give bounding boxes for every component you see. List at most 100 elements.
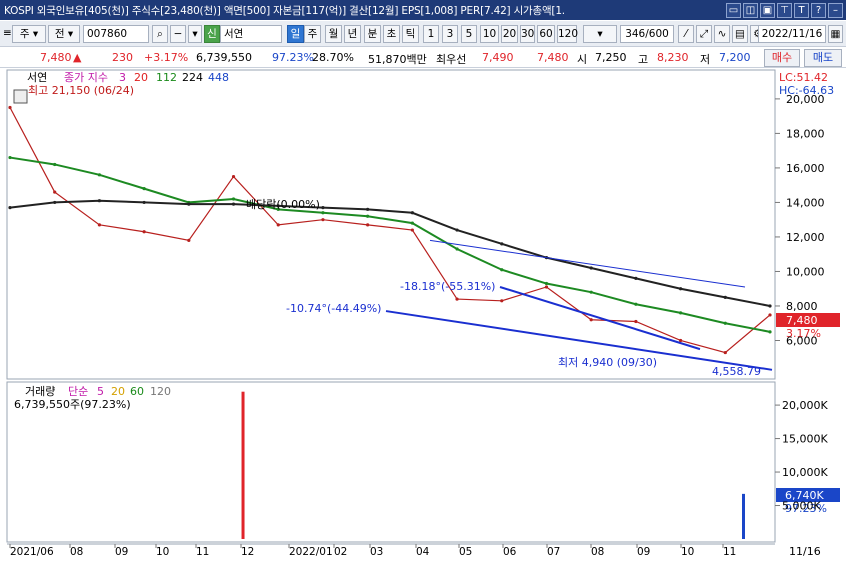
- sell-button[interactable]: 매도: [804, 49, 842, 67]
- ex-rights-label: 배당락(0.00%): [246, 198, 320, 211]
- series-point-112: [589, 290, 593, 294]
- series-point-종가: [231, 174, 236, 179]
- high-label: 고: [638, 53, 649, 66]
- stock-type-select[interactable]: 주 ▾: [12, 25, 46, 43]
- current-price-tag-text: 7,480: [786, 314, 818, 327]
- series-point-종가: [187, 238, 191, 242]
- x-axis-label: 08: [70, 546, 83, 558]
- buy-button[interactable]: 매수: [764, 49, 800, 67]
- series-point-112: [455, 247, 459, 251]
- period-button-4[interactable]: 분: [364, 25, 381, 43]
- price-change: 230: [112, 51, 133, 64]
- minimize-icon[interactable]: –: [828, 2, 843, 18]
- series-point-224: [678, 287, 683, 291]
- price-tick-label: 10,000: [786, 265, 825, 278]
- panel-toggle-icon[interactable]: [13, 89, 28, 104]
- interval-button-20[interactable]: 20: [501, 25, 518, 43]
- high-price: 8,230: [657, 51, 689, 64]
- period-button-5[interactable]: 초: [383, 25, 400, 43]
- best-ask: 7,490: [482, 51, 514, 64]
- series-point-224: [321, 206, 325, 210]
- stock-chart[interactable]: 서연 종가 지수 3 20 112 224 448 최고 21,150 (06/…: [0, 69, 846, 562]
- interval-button-3[interactable]: 3: [442, 25, 458, 43]
- search-icon[interactable]: ⌕: [152, 25, 168, 43]
- dropdown-icon[interactable]: ▾: [188, 25, 202, 43]
- period-button-6[interactable]: 틱: [402, 25, 419, 43]
- stock-code-input[interactable]: 007860: [83, 25, 149, 43]
- interval-button-1[interactable]: 1: [423, 25, 439, 43]
- low-price: 7,200: [719, 51, 751, 64]
- pin-icon[interactable]: ⊤: [777, 2, 792, 18]
- price-tick-label: 18,000: [786, 127, 825, 140]
- x-axis-label: 09: [637, 546, 650, 558]
- chart-canvas[interactable]: 서연 종가 지수 3 20 112 224 448 최고 21,150 (06/…: [0, 69, 846, 562]
- series-point-종가: [768, 313, 772, 317]
- price-tick-label: 20,000: [786, 93, 825, 106]
- ma-legend-3: 3: [119, 71, 126, 84]
- minus-icon[interactable]: −: [170, 25, 186, 43]
- zoom-icon[interactable]: ⤢: [696, 25, 712, 43]
- series-point-224: [231, 202, 236, 206]
- series-point-112: [8, 155, 12, 160]
- interval-button-60[interactable]: 60: [537, 25, 555, 43]
- interval-button-30[interactable]: 30: [520, 25, 535, 43]
- period-button-0[interactable]: 일: [287, 25, 304, 43]
- interval-button-10[interactable]: 10: [480, 25, 499, 43]
- custom-interval-select[interactable]: ▾: [583, 25, 617, 43]
- period-button-1[interactable]: 주: [304, 25, 321, 43]
- market-badge: 신: [204, 25, 220, 43]
- calendar-icon[interactable]: ▦: [828, 25, 843, 43]
- period-button-3[interactable]: 년: [344, 25, 361, 43]
- series-point-224: [455, 228, 459, 232]
- lock-icon[interactable]: ▣: [760, 2, 775, 18]
- series-point-224: [8, 206, 12, 210]
- x-axis-label: 2022/01: [289, 546, 333, 558]
- price-tick-label: 14,000: [786, 196, 825, 209]
- help-icon[interactable]: ?: [811, 2, 826, 18]
- split-icon[interactable]: ◫: [743, 2, 758, 18]
- date-field[interactable]: 2022/11/16: [758, 25, 826, 43]
- ma-legend-112: 112: [156, 71, 177, 84]
- series-point-종가: [321, 218, 325, 222]
- line-icon[interactable]: ⁄: [678, 25, 694, 43]
- x-axis-label: 10: [156, 546, 169, 558]
- low-marker: 최저 4,940 (09/30): [558, 356, 657, 369]
- period-button-2[interactable]: 월: [325, 25, 342, 43]
- series-point-224: [97, 199, 102, 203]
- open-price: 7,250: [595, 51, 627, 64]
- window-icon[interactable]: ▭: [726, 2, 741, 18]
- ma-legend-prefix: 종가 지수: [64, 71, 108, 84]
- series-point-112: [142, 187, 146, 191]
- series-point-112: [321, 211, 325, 215]
- toolbar: ≡ 주 ▾ 전 ▾ 007860 ⌕ − ▾ 신 서연 ▾ 346/600 ⁄ …: [0, 21, 846, 47]
- x-axis-label: 10: [681, 546, 694, 558]
- interval-button-5[interactable]: 5: [461, 25, 477, 43]
- volume-label: 거래량: [25, 385, 55, 398]
- series-point-112: [634, 302, 638, 306]
- volume-bar: [241, 391, 245, 539]
- vol-legend-5: 5: [97, 385, 104, 398]
- volume-tick-label: 15,000K: [782, 433, 828, 446]
- x-axis-label: 12: [241, 546, 254, 558]
- series-point-종가: [544, 285, 549, 289]
- wave-icon[interactable]: ∿: [714, 25, 730, 43]
- series-point-종가: [142, 230, 146, 234]
- compare-select[interactable]: 전 ▾: [48, 25, 80, 43]
- range-field[interactable]: 346/600: [620, 25, 674, 43]
- interval-button-120[interactable]: 120: [557, 25, 578, 43]
- save-icon[interactable]: ▤: [732, 25, 748, 43]
- text-icon[interactable]: T: [794, 2, 809, 18]
- series-point-224: [53, 200, 57, 205]
- low-label: 저: [700, 53, 711, 66]
- menu-icon[interactable]: ≡: [3, 25, 12, 43]
- series-point-종가: [455, 297, 459, 301]
- volume-tick-label: 5,000K: [782, 500, 821, 513]
- volume-value: 6,739,550: [196, 51, 252, 64]
- volume-value-text: 6,739,550주(97.23%): [14, 398, 131, 411]
- ma-legend-224: 224: [182, 71, 203, 84]
- price-row: 7,480 ▲ 230 +3.17% 6,739,550 97.23% 28.7…: [0, 48, 846, 68]
- series-point-종가: [410, 228, 414, 232]
- series-point-종가: [366, 223, 370, 227]
- series-point-224: [500, 242, 504, 246]
- x-axis-label: 2021/06: [10, 546, 54, 558]
